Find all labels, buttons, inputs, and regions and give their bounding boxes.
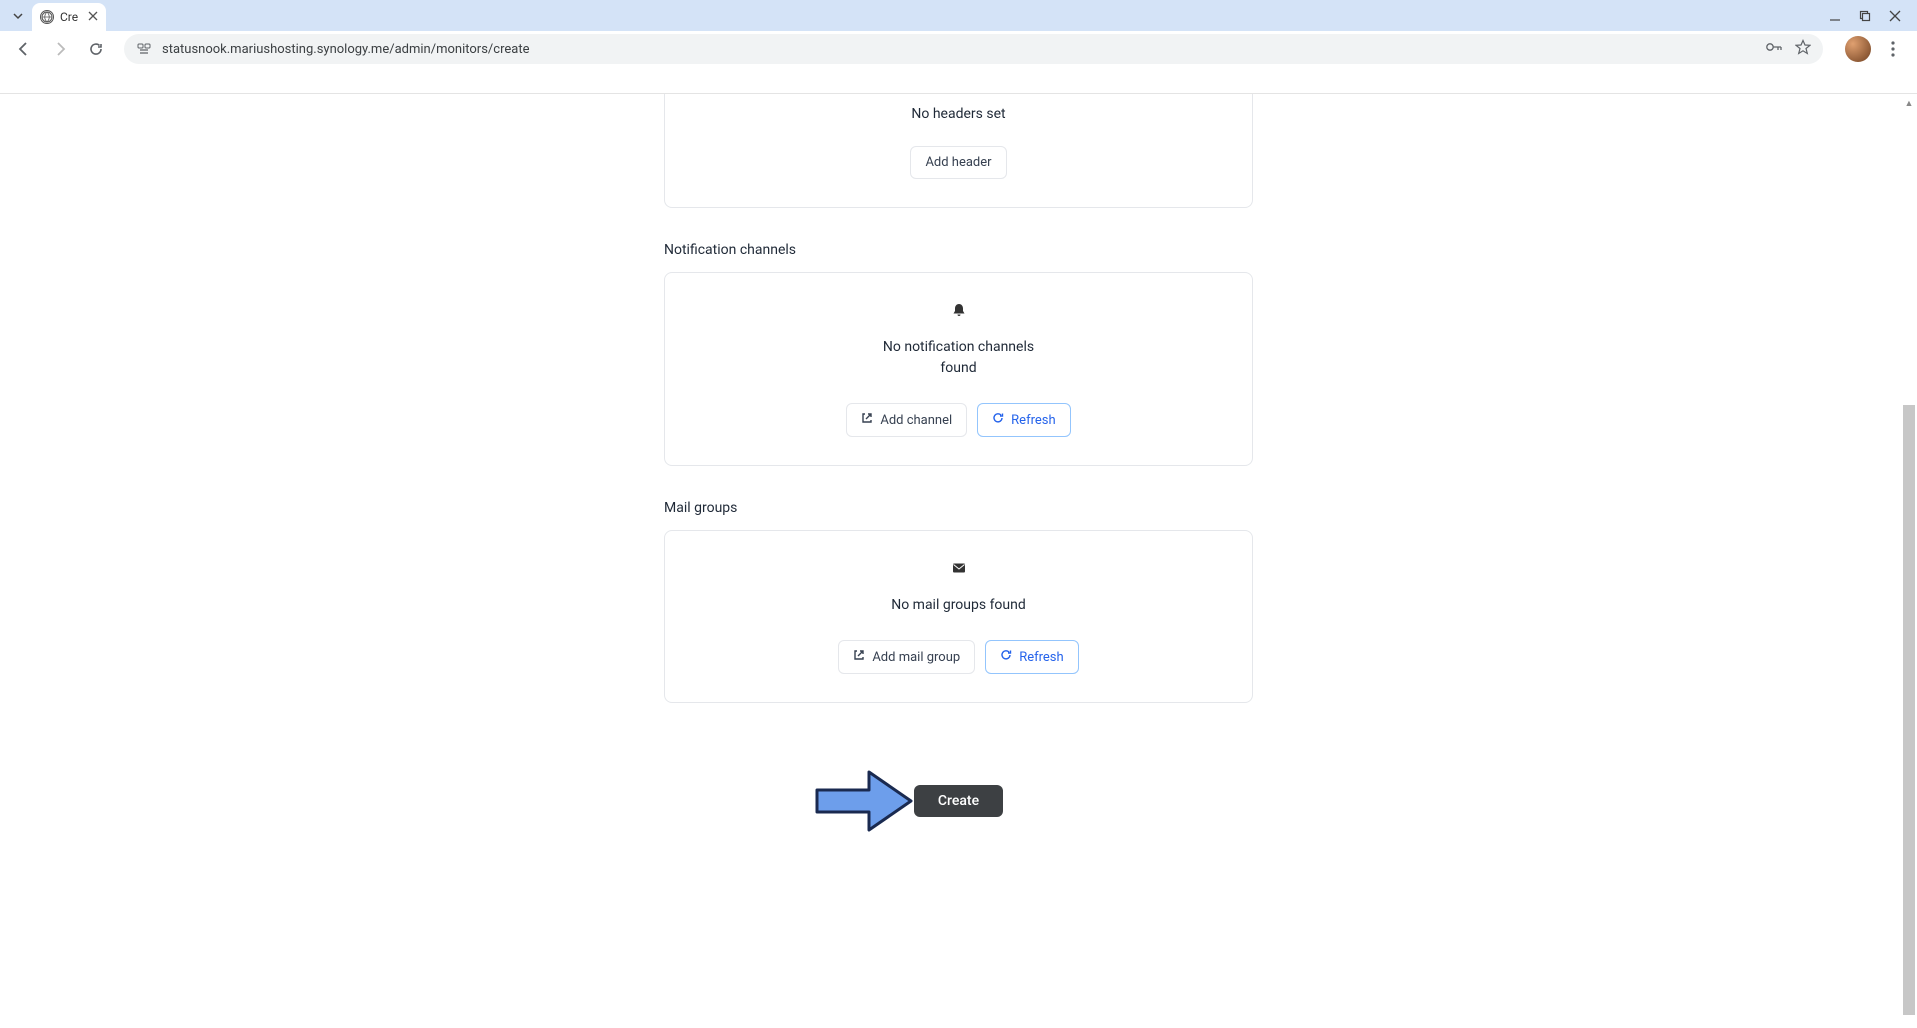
notification-empty-text: No notification channels found: [869, 337, 1049, 379]
close-tab-icon[interactable]: [88, 10, 98, 24]
add-mail-group-label: Add mail group: [872, 650, 960, 665]
refresh-icon: [1000, 649, 1012, 665]
tab-search-dropdown[interactable]: [8, 6, 28, 26]
password-key-icon[interactable]: [1765, 40, 1783, 58]
create-button[interactable]: Create: [914, 785, 1003, 817]
reload-button[interactable]: [82, 35, 110, 63]
scroll-up-icon[interactable]: ▲: [1901, 95, 1917, 111]
arrow-annotation-icon: [814, 766, 914, 836]
tab-title: Cre: [60, 10, 78, 24]
add-channel-label: Add channel: [880, 413, 952, 428]
address-bar[interactable]: statusnook.mariushosting.synology.me/adm…: [124, 34, 1823, 64]
page-content: No headers set Add header Notification c…: [0, 94, 1917, 817]
vertical-scrollbar[interactable]: ▲: [1901, 95, 1917, 1028]
browser-toolbar: statusnook.mariushosting.synology.me/adm…: [0, 31, 1917, 67]
add-channel-button[interactable]: Add channel: [846, 403, 967, 437]
profile-avatar[interactable]: [1845, 36, 1871, 62]
globe-icon: [40, 10, 54, 24]
browser-tab[interactable]: Cre: [32, 3, 106, 31]
add-mail-group-button[interactable]: Add mail group: [838, 640, 975, 674]
browser-menu-icon[interactable]: [1879, 41, 1907, 57]
bell-icon: [950, 301, 968, 319]
headers-empty-text: No headers set: [685, 94, 1232, 122]
external-link-icon: [861, 412, 873, 428]
headers-card: No headers set Add header: [664, 94, 1253, 208]
browser-tab-bar: Cre: [0, 0, 1917, 31]
forward-button[interactable]: [46, 35, 74, 63]
minimize-icon[interactable]: [1829, 10, 1841, 22]
mail-empty-text: No mail groups found: [685, 595, 1232, 616]
close-window-icon[interactable]: [1889, 10, 1901, 22]
scroll-thumb[interactable]: [1903, 405, 1915, 1015]
mail-groups-card: No mail groups found Add mail group Refr…: [664, 530, 1253, 703]
back-button[interactable]: [10, 35, 38, 63]
notification-channels-card: No notification channels found Add chann…: [664, 272, 1253, 466]
create-button-label: Create: [938, 793, 979, 809]
window-controls: [1829, 10, 1909, 22]
refresh-mail-groups-label: Refresh: [1019, 650, 1063, 665]
refresh-channels-label: Refresh: [1011, 413, 1055, 428]
create-row: Create: [664, 785, 1253, 817]
maximize-icon[interactable]: [1859, 10, 1871, 22]
add-header-label: Add header: [925, 155, 991, 170]
notification-channels-label: Notification channels: [664, 242, 1253, 258]
refresh-icon: [992, 412, 1004, 428]
mail-icon: [950, 559, 968, 577]
external-link-icon: [853, 649, 865, 665]
refresh-mail-groups-button[interactable]: Refresh: [985, 640, 1078, 674]
bookmark-star-icon[interactable]: [1795, 39, 1811, 59]
mail-groups-label: Mail groups: [664, 500, 1253, 516]
site-settings-icon[interactable]: [136, 41, 152, 57]
url-text: statusnook.mariushosting.synology.me/adm…: [162, 42, 1755, 57]
add-header-button[interactable]: Add header: [910, 146, 1006, 179]
refresh-channels-button[interactable]: Refresh: [977, 403, 1070, 437]
